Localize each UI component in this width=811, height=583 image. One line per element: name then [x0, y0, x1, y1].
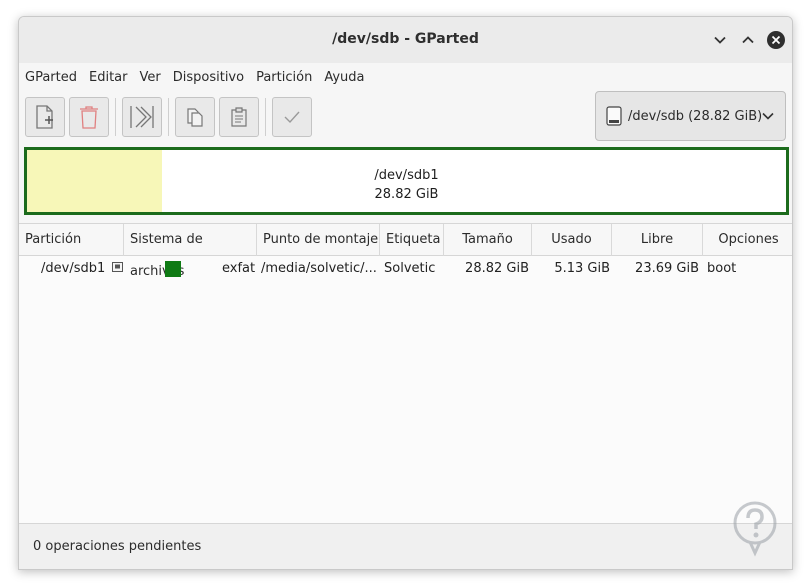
menu-ayuda[interactable]: Ayuda [318, 67, 364, 89]
device-selector[interactable]: /dev/sdb (28.82 GiB) [595, 91, 786, 141]
col-tamano[interactable]: Tamaño [444, 224, 532, 256]
col-particion[interactable]: Partición [19, 224, 124, 256]
gparted-window: /dev/sdb - GParted GParted Editar Ver Di… [18, 16, 793, 570]
cell-free: 23.69 GiB [635, 261, 699, 276]
cell-label: Solvetic [384, 261, 436, 276]
cell-partition: /dev/sdb1 [41, 256, 124, 282]
table-header: Partición Sistema de archivos Punto de m… [19, 224, 792, 279]
disk-map-label: /dev/sdb1 28.82 GiB [27, 166, 786, 204]
menu-editar[interactable]: Editar [83, 67, 128, 89]
chevron-down-icon [714, 36, 726, 44]
paste-icon [231, 107, 247, 127]
partition-table: Partición Sistema de archivos Punto de m… [19, 223, 792, 523]
copy-icon [187, 108, 203, 127]
status-bar: 0 operaciones pendientes [19, 523, 792, 569]
cell-filesystem: exfat [222, 261, 256, 276]
mount-key-icon [112, 262, 124, 272]
toolbar-separator [265, 98, 266, 136]
toolbar [25, 97, 316, 137]
col-sistema-archivos[interactable]: Sistema de archivos [124, 224, 257, 279]
cell-size: 28.82 GiB [465, 261, 529, 276]
device-selector-label: /dev/sdb (28.82 GiB) [628, 108, 763, 124]
menu-dispositivo[interactable]: Dispositivo [167, 67, 244, 89]
col-punto-montaje[interactable]: Punto de montaje [257, 224, 380, 256]
partition-name: /dev/sdb1 [41, 261, 106, 276]
title-bar: /dev/sdb - GParted [19, 17, 792, 63]
watermark-logo [733, 501, 777, 557]
close-icon [771, 35, 781, 45]
resize-move-button[interactable] [122, 97, 162, 137]
chevron-up-icon [742, 36, 754, 44]
col-opciones[interactable]: Opciones [703, 224, 792, 256]
disk-map[interactable]: /dev/sdb1 28.82 GiB [24, 147, 789, 215]
toolbar-separator [115, 98, 116, 136]
col-usado[interactable]: Usado [532, 224, 612, 256]
resize-move-icon [130, 106, 154, 128]
table-row[interactable]: /dev/sdb1 exfat /media/solvetic/... Solv… [19, 256, 792, 282]
new-partition-button[interactable] [25, 97, 65, 137]
cell-flags: boot [707, 261, 737, 276]
copy-button[interactable] [175, 97, 215, 137]
paste-button[interactable] [219, 97, 259, 137]
menu-ver[interactable]: Ver [134, 67, 161, 89]
delete-partition-button[interactable] [69, 97, 109, 137]
disk-map-size: 28.82 GiB [374, 187, 439, 202]
apply-button[interactable] [272, 97, 312, 137]
disk-map-partition: /dev/sdb1 [374, 168, 439, 183]
menu-gparted[interactable]: GParted [19, 67, 77, 89]
minimize-button[interactable] [711, 31, 729, 49]
window-title: /dev/sdb - GParted [332, 31, 479, 47]
menu-particion[interactable]: Partición [250, 67, 312, 89]
delete-icon [80, 106, 98, 129]
close-button[interactable] [767, 31, 785, 49]
drive-icon [606, 106, 622, 126]
toolbar-separator [168, 98, 169, 136]
maximize-button[interactable] [739, 31, 757, 49]
menu-bar: GParted Editar Ver Dispositivo Partición… [19, 67, 370, 89]
col-etiqueta[interactable]: Etiqueta [380, 224, 444, 256]
apply-icon [284, 111, 300, 124]
cell-mountpoint: /media/solvetic/... [261, 261, 377, 276]
pending-operations: 0 operaciones pendientes [33, 539, 202, 554]
chevron-down-icon [762, 112, 774, 120]
filesystem-color-swatch [165, 261, 181, 277]
cell-used: 5.13 GiB [554, 261, 610, 276]
col-libre[interactable]: Libre [612, 224, 703, 256]
new-icon [36, 105, 53, 129]
